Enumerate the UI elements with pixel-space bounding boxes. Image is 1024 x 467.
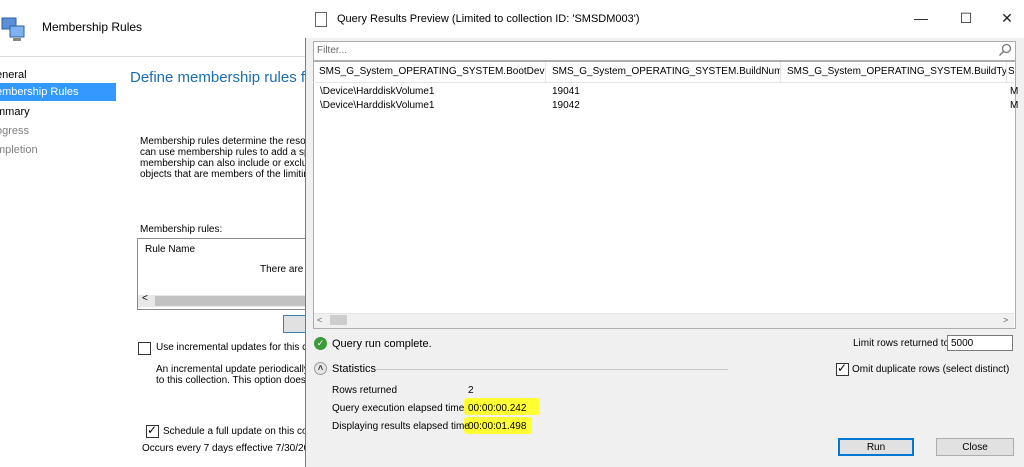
description-line: objects that are members of the limiting [140,169,315,180]
limit-rows-label: Limit rows returned to [853,338,950,349]
scroll-right-arrow-icon[interactable]: > [1003,315,1008,325]
minimize-icon[interactable]: — [906,8,936,28]
table-cell-boot-device[interactable]: \Device\HarddiskVolume1 [320,100,435,111]
column-header-build-number[interactable]: SMS_G_System_OPERATING_SYSTEM.BuildNumbe… [546,62,781,82]
column-header-build-type[interactable]: SMS_G_System_OPERATING_SYSTEM.BuildType [781,62,1007,82]
wizard-title: Membership Rules [42,20,143,34]
success-check-icon: ✓ [314,337,327,350]
limit-rows-input[interactable] [947,335,1013,351]
collapse-chevron-icon[interactable]: ˄ [314,362,327,375]
description-line: membership can also include or exclude [140,158,319,169]
incremental-desc-line: An incremental update periodically e [156,364,318,375]
stat-value-display-time: 00:00:01.498 [468,421,527,432]
incremental-updates-checkbox[interactable] [138,342,151,355]
run-button[interactable]: Run [838,438,914,456]
grid-scrollbar-thumb[interactable] [330,315,347,325]
stat-value-rows: 2 [468,385,474,396]
schedule-desc: Occurs every 7 days effective 7/30/20 [142,443,310,454]
stat-label-rows: Rows returned [332,385,398,396]
scroll-left-arrow-icon[interactable]: < [317,315,322,325]
table-cell-next[interactable]: M [1010,100,1018,111]
status-text: Query run complete. [332,338,432,350]
table-cell-build-number[interactable]: 19042 [552,100,580,111]
filter-input[interactable] [317,43,987,57]
wizard-nav: eneral embership Rules mmary ogress mple… [0,57,116,467]
maximize-icon[interactable]: ☐ [951,8,981,28]
column-header-next[interactable]: S [1007,62,1014,82]
membership-rules-label: Membership rules: [140,224,223,235]
table-cell-next[interactable]: M [1010,86,1018,97]
dialog-window-icon [315,12,327,27]
rule-name-column-header[interactable]: Rule Name [145,244,195,255]
computers-icon [1,17,25,41]
statistics-heading: Statistics [332,363,377,375]
close-icon[interactable]: ✕ [992,8,1022,28]
description-line: Membership rules determine the resourc [140,136,320,147]
nav-item-general[interactable]: eneral [0,66,116,84]
page-heading: Define membership rules for [130,69,319,86]
empty-list-text: There are [260,264,304,275]
incremental-desc-line: to this collection. This option does n [156,375,315,386]
table-cell-boot-device[interactable]: \Device\HarddiskVolume1 [320,86,435,97]
scrollbar-thumb[interactable] [155,296,310,306]
omit-duplicates-label: Omit duplicate rows (select distinct) [852,364,1010,375]
omit-duplicates-checkbox[interactable] [836,361,849,376]
schedule-full-update-checkbox[interactable] [146,423,159,438]
incremental-updates-label: Use incremental updates for this coll [156,342,318,353]
description-line: can use membership rules to add a spec [140,147,321,158]
nav-item-membership-rules[interactable]: embership Rules [0,83,116,101]
stat-label-display-time: Displaying results elapsed time [332,421,470,432]
table-cell-build-number[interactable]: 19041 [552,86,580,97]
nav-item-summary[interactable]: mmary [0,103,116,121]
scroll-left-arrow-icon[interactable]: < [142,293,148,304]
nav-item-progress: ogress [0,125,30,137]
close-button[interactable]: Close [936,438,1014,456]
nav-item-completion: mpletion [0,144,38,156]
dialog-title: Query Results Preview (Limited to collec… [337,13,640,25]
statistics-divider [376,369,728,370]
grid-horizontal-scrollbar[interactable] [314,313,1014,328]
column-header-boot-device[interactable]: SMS_G_System_OPERATING_SYSTEM.BootDevice [313,62,546,82]
results-grid-header: SMS_G_System_OPERATING_SYSTEM.BootDevice… [313,62,1014,83]
schedule-full-update-label: Schedule a full update on this coll [163,426,312,437]
search-icon[interactable] [998,43,1012,57]
stat-value-query-time: 00:00:00.242 [468,403,527,414]
stat-label-query-time: Query execution elapsed time [332,403,465,414]
